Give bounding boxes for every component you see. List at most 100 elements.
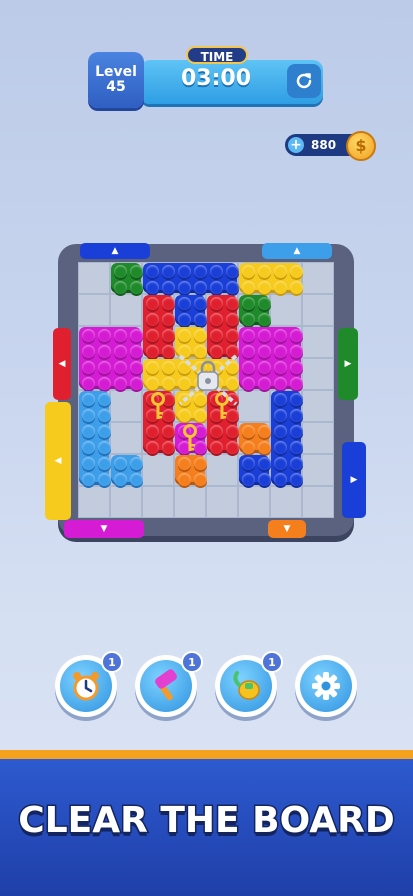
gate-arrow-icon: ▲ [293, 246, 301, 256]
brick-stud [210, 297, 223, 310]
gate-bottom-magenta: ▼ [64, 520, 144, 538]
brick-stud [274, 265, 287, 278]
timer-value: 03:00 [180, 66, 252, 91]
brick-stud [194, 473, 207, 486]
gate-arrow-icon: ▶ [344, 359, 352, 369]
brick-stud [130, 345, 143, 358]
brick-stud [290, 425, 303, 438]
brick-stud [226, 441, 239, 454]
brick-stud [82, 473, 95, 486]
brick-stud [146, 361, 159, 374]
brick-blue[interactable] [175, 295, 207, 326]
brick-stud [114, 361, 127, 374]
brick-stud [242, 265, 255, 278]
brick-stud [162, 377, 175, 390]
brick-stud [258, 377, 271, 390]
brick-stud [178, 329, 191, 342]
brick-stud [146, 377, 159, 390]
floor-tile [238, 486, 270, 518]
brick-stud [274, 281, 287, 294]
brick-stud [258, 457, 271, 470]
banner-headline: CLEAR THE BOARD [17, 799, 396, 843]
brick-stud [194, 265, 207, 278]
floor-tile [302, 294, 334, 326]
brick-stud [162, 425, 175, 438]
brick-red[interactable] [143, 295, 175, 358]
brick-stud [242, 473, 255, 486]
brick-magenta[interactable] [239, 327, 303, 390]
brick-stud [130, 361, 143, 374]
floor-tile [302, 454, 334, 486]
game-board: ▲ ▲ ◀ ◀ ▶ ▶ ▼ ▼ [44, 240, 368, 542]
brick-stud [242, 281, 255, 294]
banner-stripe [0, 750, 413, 759]
level-number: 45 [106, 79, 126, 95]
brick-stud [146, 441, 159, 454]
floor-tile [302, 326, 334, 358]
floor-tile [302, 390, 334, 422]
brick-red[interactable] [207, 295, 239, 358]
brick-light-blue[interactable] [111, 455, 143, 486]
brick-stud [130, 457, 143, 470]
brick-stud [130, 329, 143, 342]
brick-stud [258, 297, 271, 310]
time-label: TIME [186, 46, 248, 64]
gear-icon [312, 672, 340, 700]
brick-orange[interactable] [175, 455, 207, 486]
brick-stud [258, 361, 271, 374]
brick-stud [210, 313, 223, 326]
brick-blue[interactable] [143, 263, 239, 294]
brick-stud [210, 425, 223, 438]
brick-stud [114, 281, 127, 294]
brick-stud [242, 297, 255, 310]
brick-stud [178, 409, 191, 422]
brick-stud [290, 457, 303, 470]
brick-stud [162, 441, 175, 454]
brick-stud [82, 329, 95, 342]
add-coins-icon[interactable]: + [288, 137, 304, 153]
booster-hammer[interactable]: 1 [135, 651, 203, 717]
coin-icon: $ [346, 131, 376, 161]
coin-amount: 880 [311, 138, 337, 152]
settings-button[interactable] [295, 655, 357, 717]
brick-stud [82, 441, 95, 454]
brick-blue[interactable] [239, 455, 271, 486]
brick-yellow[interactable] [239, 263, 303, 294]
floor-tile [302, 486, 334, 518]
brick-orange[interactable] [239, 423, 271, 454]
brick-stud [290, 377, 303, 390]
brick-stud [226, 297, 239, 310]
alarm-clock-icon [73, 672, 99, 701]
restart-button[interactable] [287, 64, 321, 98]
brick-stud [82, 345, 95, 358]
brick-green[interactable] [239, 295, 271, 326]
key-icon [151, 392, 165, 419]
brick-stud [258, 473, 271, 486]
brick-magenta[interactable] [79, 327, 143, 390]
brick-blue[interactable] [271, 391, 303, 486]
booster-alarm-clock[interactable]: 1 [55, 651, 123, 717]
brick-stud [258, 329, 271, 342]
brick-stud [114, 329, 127, 342]
brick-stud [274, 377, 287, 390]
brick-stud [162, 313, 175, 326]
brick-stud [290, 393, 303, 406]
chain-lock-icon [178, 354, 238, 406]
floor-tile [110, 390, 142, 422]
brick-green[interactable] [111, 263, 143, 294]
brick-stud [242, 377, 255, 390]
gate-arrow-icon: ▶ [350, 475, 358, 485]
floor-tile [78, 486, 110, 518]
brick-stud [242, 361, 255, 374]
brick-stud [114, 345, 127, 358]
booster-vacuum[interactable]: 1 [215, 651, 283, 717]
brick-stud [242, 329, 255, 342]
brick-stud [146, 313, 159, 326]
brick-stud [210, 281, 223, 294]
booster-count: 1 [101, 651, 123, 673]
brick-stud [146, 425, 159, 438]
brick-light-blue[interactable] [79, 391, 111, 486]
brick-stud [162, 297, 175, 310]
brick-stud [178, 457, 191, 470]
level-badge: Level 45 [88, 52, 144, 108]
